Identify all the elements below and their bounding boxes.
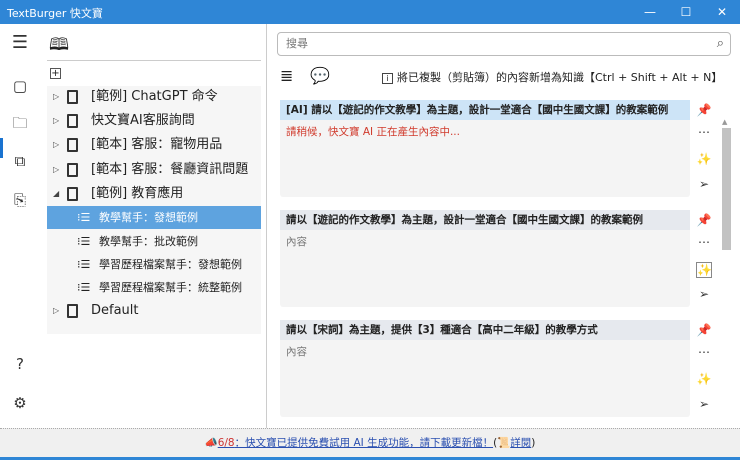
expand-arrow-icon[interactable]: ▷ [53, 158, 59, 181]
tree-item[interactable]: ◢ [範例] 教育應用 [47, 182, 261, 205]
pin-icon[interactable]: 📌 [696, 323, 712, 337]
chat-icon[interactable]: 💬 [310, 66, 330, 85]
list-icon: ⁝☰ [77, 211, 91, 224]
card-content: 內容 [286, 236, 307, 248]
send-icon[interactable]: ➢ [696, 397, 712, 411]
active-indicator [0, 138, 3, 158]
import-icon[interactable]: ⎘ [11, 191, 29, 209]
search-input[interactable]: 搜尋 ⌕ [277, 32, 731, 56]
expand-all-icon[interactable]: + [50, 68, 61, 79]
minimize-button[interactable]: — [632, 0, 668, 24]
scroll-icon: 📜 [497, 437, 511, 449]
send-icon[interactable]: ➢ [696, 287, 712, 301]
pin-icon[interactable]: 📌 [696, 213, 712, 227]
book-icon [67, 138, 78, 152]
announcement-icon: 📣 [204, 437, 218, 449]
tree-subitem[interactable]: ⁝☰ 教學幫手：批改範例 [47, 230, 261, 253]
status-bar: 📣6/8：快文寶已提供免費試用 AI 生成功能，請下載更新檔！(📜詳閱) [0, 428, 740, 460]
tree-item[interactable]: ▷ [範本] 客服：寵物用品 [47, 133, 261, 156]
details-link[interactable]: 詳閱 [510, 437, 531, 449]
more-icon[interactable]: ⋯ [696, 345, 712, 359]
tree-subitem[interactable]: ⁝☰ 教學幫手：發想範例 [47, 206, 261, 229]
tree-subitem[interactable]: ⁝☰ 學習歷程檔案幫手：發想範例 [47, 253, 261, 276]
search-icon[interactable]: ⌕ [717, 33, 724, 55]
expand-arrow-icon[interactable]: ▷ [53, 133, 59, 156]
knowledge-card[interactable]: 請以【宋詞】為主題，提供【3】種適合【高中二年級】的教學方式內容 [280, 320, 690, 417]
expand-arrow-icon[interactable]: ▷ [53, 85, 59, 108]
folder-icon[interactable]: 🗀 [11, 114, 29, 132]
expand-arrow-icon[interactable]: ▷ [53, 109, 59, 132]
add-book-icon[interactable]: 🕮 [49, 32, 69, 61]
tree-item[interactable]: ▷ [範本] 客服：餐廳資訊問題 [47, 158, 261, 181]
window-title: TextBurger 快文寶 [7, 7, 103, 20]
knowledge-card[interactable]: 請以【遊記的作文教學】為主題，設計一堂適合【國中生國文課】的教案範例內容 [280, 210, 690, 307]
scroll-up-arrow[interactable]: ▲ [722, 118, 727, 126]
magic-wand-icon[interactable]: ✨ [696, 262, 712, 278]
book-icon [67, 304, 78, 318]
knowledge-tree-panel: 🕮 + ▷ [範例] ChatGPT 命令 ▷ 快文寶AI客服詢問 ▷ [範本] 客服… [40, 24, 267, 428]
book-icon [67, 114, 78, 128]
tree-item[interactable]: ▷ 快文寶AI客服詢問 [47, 109, 261, 132]
tree-item[interactable]: ▷ [範例] ChatGPT 命令 [47, 85, 261, 108]
settings-icon[interactable]: ⚙ [11, 394, 29, 412]
list-icon: ⁝☰ [77, 281, 91, 294]
maximize-button[interactable]: ☐ [668, 0, 704, 24]
announcement-link[interactable]: 6/8：快文寶已提供免費試用 AI 生成功能，請下載更新檔！ [218, 437, 493, 449]
expand-arrow-icon[interactable]: ▷ [53, 299, 59, 322]
book-icon [67, 90, 78, 104]
divider [47, 60, 261, 61]
add-note-icon[interactable]: ≣ [280, 66, 293, 85]
book-icon [67, 163, 78, 177]
magic-wand-icon[interactable]: ✨ [696, 152, 712, 166]
card-content: 請稍候，快文寶 AI 正在產生內容中... [286, 126, 460, 138]
book-icon [67, 187, 78, 201]
more-icon[interactable]: ⋯ [696, 125, 712, 139]
close-button[interactable]: ✕ [704, 0, 740, 24]
nav-rail: ☰ ▢ 🗀 ⧉ ⎘ ? ⚙ [0, 24, 40, 428]
send-icon[interactable]: ➢ [696, 177, 712, 191]
knowledge-card[interactable]: [AI] 請以【遊記的作文教學】為主題，設計一堂適合【國中生國文課】的教案範例請… [280, 100, 690, 197]
tree-subitem[interactable]: ⁝☰ 學習歷程檔案幫手：統整範例 [47, 276, 261, 299]
scrollbar-thumb[interactable] [722, 128, 731, 250]
copy-icon[interactable]: ⧉ [11, 152, 29, 170]
tree-item[interactable]: ▷ Default [47, 299, 261, 322]
magic-wand-icon[interactable]: ✨ [696, 372, 712, 386]
info-icon: i [382, 73, 393, 84]
list-icon: ⁝☰ [77, 258, 91, 271]
card-title: [AI] 請以【遊記的作文教學】為主題，設計一堂適合【國中生國文課】的教案範例 [280, 100, 690, 120]
more-icon[interactable]: ⋯ [696, 235, 712, 249]
card-title: 請以【遊記的作文教學】為主題，設計一堂適合【國中生國文課】的教案範例 [280, 210, 690, 230]
content-panel: 搜尋 ⌕ ≣ 💬 i 將已複製（剪貼簿）的內容新增為知識【Ctrl + Shift … [268, 24, 740, 428]
card-title: 請以【宋詞】為主題，提供【3】種適合【高中二年級】的教學方式 [280, 320, 690, 340]
card-content: 內容 [286, 346, 307, 358]
collapse-arrow-icon[interactable]: ◢ [53, 182, 59, 205]
clipboard-hint: i 將已複製（剪貼簿）的內容新增為知識【Ctrl + Shift + Alt + … [382, 69, 722, 85]
pin-icon[interactable]: 📌 [696, 103, 712, 117]
help-icon[interactable]: ? [11, 355, 29, 373]
hamburger-menu-icon[interactable]: ☰ [11, 34, 29, 52]
list-icon: ⁝☰ [77, 235, 91, 248]
note-icon[interactable]: ▢ [11, 77, 29, 95]
title-bar: TextBurger 快文寶 — ☐ ✕ [0, 0, 740, 24]
